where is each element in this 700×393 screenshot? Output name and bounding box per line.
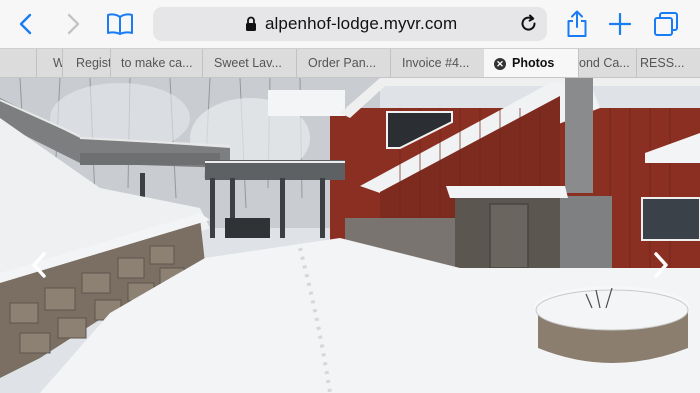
tab-label: Sweet Lav... (214, 56, 282, 70)
share-button[interactable] (561, 8, 593, 40)
tab-invoice[interactable]: Invoice #4... (390, 49, 484, 77)
gallery-next-button[interactable] (646, 248, 676, 282)
close-circle-icon[interactable]: ✕ (494, 57, 506, 70)
lock-icon (246, 16, 256, 31)
share-icon (567, 10, 587, 37)
snowy-lodge-photo (0, 78, 700, 393)
plus-icon (609, 13, 631, 35)
tab-ond-ca[interactable]: ond Ca... (578, 49, 636, 77)
chevron-right-icon (654, 252, 668, 278)
tab-label: Order Pan... (308, 56, 377, 70)
chevron-right-icon (67, 13, 80, 35)
url-text: alpenhof-lodge.myvr.com (265, 14, 458, 33)
reload-icon[interactable] (519, 14, 539, 34)
tab-ress[interactable]: RESS... (636, 49, 700, 77)
gallery-photo (0, 78, 700, 393)
tab-w[interactable]: W (36, 49, 62, 77)
tab-sweet-lav[interactable]: Sweet Lav... (202, 49, 296, 77)
tab-label: Regist (76, 56, 110, 70)
tab-label: RESS... (640, 56, 685, 70)
tab-label: ond Ca... (579, 56, 630, 70)
tab-regist[interactable]: Regist (62, 49, 110, 77)
bookmarks-button[interactable] (104, 8, 136, 40)
chevron-left-icon (32, 252, 46, 278)
address-bar[interactable]: alpenhof-lodge.myvr.com (153, 7, 547, 41)
chevron-left-icon (19, 13, 32, 35)
tabs-overview-button[interactable] (650, 8, 682, 40)
tab-label: Invoice #4... (402, 56, 470, 70)
tab-strip: W Regist to make ca... Sweet Lav... Orde… (0, 48, 700, 78)
browser-toolbar: alpenhof-lodge.myvr.com (0, 0, 700, 48)
tab-photos[interactable]: ✕ Photos (484, 49, 578, 77)
forward-button[interactable] (57, 8, 89, 40)
tab-to-make[interactable]: to make ca... (110, 49, 202, 77)
tab-order-pan[interactable]: Order Pan... (296, 49, 390, 77)
tabs-icon (654, 12, 678, 36)
back-button[interactable] (10, 8, 42, 40)
tab-label: to make ca... (121, 56, 193, 70)
gallery-prev-button[interactable] (24, 248, 54, 282)
book-icon (107, 13, 133, 35)
tab-label: Photos (512, 56, 555, 70)
new-tab-button[interactable] (604, 8, 636, 40)
tab-label: W (53, 56, 62, 70)
